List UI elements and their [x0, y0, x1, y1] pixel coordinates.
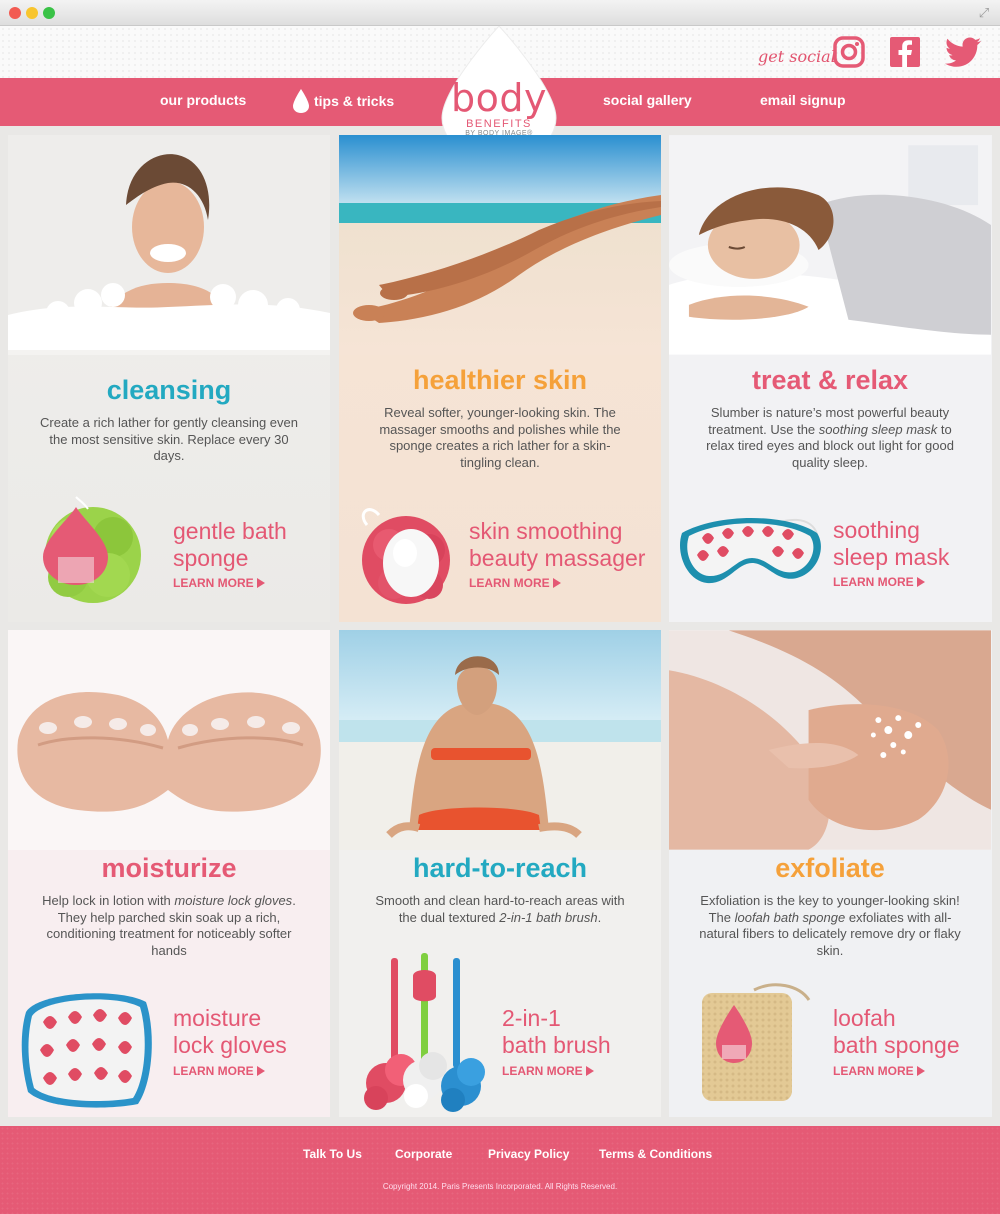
footer: Talk To Us Corporate Privacy Policy Term…	[0, 1126, 1000, 1214]
card-cleansing: cleansing Create a rich lather for gentl…	[8, 135, 330, 622]
desc-text: .	[597, 909, 602, 925]
product-name-line1[interactable]: loofah	[833, 1005, 896, 1032]
product-name-line1[interactable]: 2-in-1	[502, 1005, 561, 1032]
product-name-line1[interactable]: soothing	[833, 517, 920, 544]
footer-link-privacy-policy[interactable]: Privacy Policy	[488, 1147, 569, 1161]
learn-more-link[interactable]: LEARN MORE	[833, 1064, 925, 1078]
card-heading: treat & relax	[751, 365, 909, 395]
instagram-icon[interactable]	[832, 35, 866, 69]
skin-smoothing-beauty-massager-image[interactable]	[349, 495, 464, 610]
logo-body-text: body	[451, 76, 547, 120]
play-arrow-icon	[552, 578, 561, 588]
nav-tips-tricks[interactable]: tips & tricks	[292, 88, 394, 114]
card-heading: moisturize	[101, 853, 237, 883]
learn-more-label: LEARN MORE	[833, 575, 914, 589]
card-description: Exfoliation is the key to younger-lookin…	[699, 893, 961, 959]
desc-text: Help lock in lotion with	[42, 893, 175, 908]
gentle-bath-sponge-image[interactable]	[18, 495, 150, 610]
twitter-icon[interactable]	[945, 35, 983, 69]
learn-more-label: LEARN MORE	[502, 1064, 583, 1078]
nav-tips-tricks-label: tips & tricks	[314, 93, 395, 109]
card-description: Help lock in lotion with moisture lock g…	[38, 893, 300, 959]
logo-benefits-text: BENEFITS	[466, 118, 532, 130]
water-drop-icon	[293, 89, 309, 113]
footer-link-terms-conditions[interactable]: Terms & Conditions	[599, 1147, 712, 1161]
nav-social-gallery[interactable]: social gallery	[603, 92, 692, 108]
card-description: Create a rich lather for gently cleansin…	[40, 415, 298, 463]
card-heading: healthier skin	[412, 365, 588, 395]
product-name-line2[interactable]: sponge	[173, 545, 248, 572]
learn-more-link[interactable]: LEARN MORE	[502, 1064, 594, 1078]
play-arrow-icon	[256, 1066, 265, 1076]
card-description: Slumber is nature’s most powerful beauty…	[699, 405, 961, 471]
copyright-text: Copyright 2014. Paris Presents Incorpora…	[382, 1182, 618, 1191]
nav-our-products[interactable]: our products	[160, 92, 246, 108]
footer-link-talk-to-us[interactable]: Talk To Us	[303, 1147, 362, 1161]
learn-more-label: LEARN MORE	[173, 576, 254, 590]
product-name-line2[interactable]: bath brush	[502, 1032, 611, 1059]
loofah-bath-sponge-image[interactable]	[694, 975, 819, 1105]
nav-email-signup[interactable]: email signup	[760, 92, 846, 108]
learn-more-link[interactable]: LEARN MORE	[173, 1064, 265, 1078]
card-treat-relax: treat & relax Slumber is nature’s most p…	[669, 135, 992, 622]
product-name-line1[interactable]: gentle bath	[173, 518, 287, 545]
learn-more-link[interactable]: LEARN MORE	[173, 576, 265, 590]
learn-more-link[interactable]: LEARN MORE	[833, 575, 925, 589]
product-name-line2[interactable]: beauty massager	[469, 545, 645, 572]
facebook-icon[interactable]	[888, 35, 922, 69]
learn-more-label: LEARN MORE	[833, 1064, 914, 1078]
get-social-label: get social	[758, 47, 836, 66]
learn-more-link[interactable]: LEARN MORE	[469, 576, 561, 590]
moisturize-photo	[8, 630, 330, 850]
product-name-line2[interactable]: lock gloves	[173, 1032, 287, 1059]
footer-link-corporate[interactable]: Corporate	[395, 1147, 452, 1161]
window-titlebar: ⤢	[0, 0, 1000, 26]
card-description: Smooth and clean hard-to-reach areas wit…	[369, 893, 631, 926]
2-in-1-bath-brush-image[interactable]	[361, 948, 491, 1113]
learn-more-label: LEARN MORE	[173, 1064, 254, 1078]
moisture-lock-gloves-image[interactable]	[18, 982, 158, 1110]
treat-relax-photo	[669, 135, 991, 355]
card-hard-to-reach: hard-to-reach Smooth and clean hard-to-r…	[339, 630, 661, 1117]
product-name-line1[interactable]: moisture	[173, 1005, 261, 1032]
desc-product-link[interactable]: soothing sleep mask	[819, 422, 938, 437]
card-moisturize: moisturize Help lock in lotion with mois…	[8, 630, 330, 1117]
minimize-window-button[interactable]	[26, 7, 38, 19]
maximize-window-button[interactable]	[43, 7, 55, 19]
desc-product-link[interactable]: loofah bath sponge	[735, 910, 846, 925]
close-window-button[interactable]	[9, 7, 21, 19]
play-arrow-icon	[585, 1066, 594, 1076]
card-healthier-skin: healthier skin Reveal softer, younger-lo…	[339, 135, 661, 622]
soothing-sleep-mask-image[interactable]	[677, 503, 827, 593]
product-name-line2[interactable]: sleep mask	[833, 544, 949, 571]
card-heading: cleansing	[106, 375, 232, 405]
product-name-line2[interactable]: bath sponge	[833, 1032, 960, 1059]
desc-product-link[interactable]: moisture lock gloves	[174, 893, 292, 908]
play-arrow-icon	[916, 577, 925, 587]
exfoliate-photo	[669, 630, 991, 850]
healthier-skin-photo	[339, 135, 661, 355]
card-heading: exfoliate	[775, 853, 885, 883]
hard-to-reach-photo	[339, 630, 661, 850]
card-heading: hard-to-reach	[412, 853, 588, 883]
play-arrow-icon	[256, 578, 265, 588]
browser-window: ⤢ get social our products tips & tricks …	[0, 0, 1000, 1214]
learn-more-label: LEARN MORE	[469, 576, 550, 590]
desc-product-link[interactable]: 2-in-1 bath brush	[499, 910, 597, 925]
play-arrow-icon	[916, 1066, 925, 1076]
card-exfoliate: exfoliate Exfoliation is the key to youn…	[669, 630, 992, 1117]
card-description: Reveal softer, younger-looking skin. The…	[379, 405, 621, 470]
product-name-line1[interactable]: skin smoothing	[469, 518, 622, 545]
cleansing-photo	[8, 135, 330, 355]
fullscreen-icon[interactable]: ⤢	[976, 5, 992, 21]
